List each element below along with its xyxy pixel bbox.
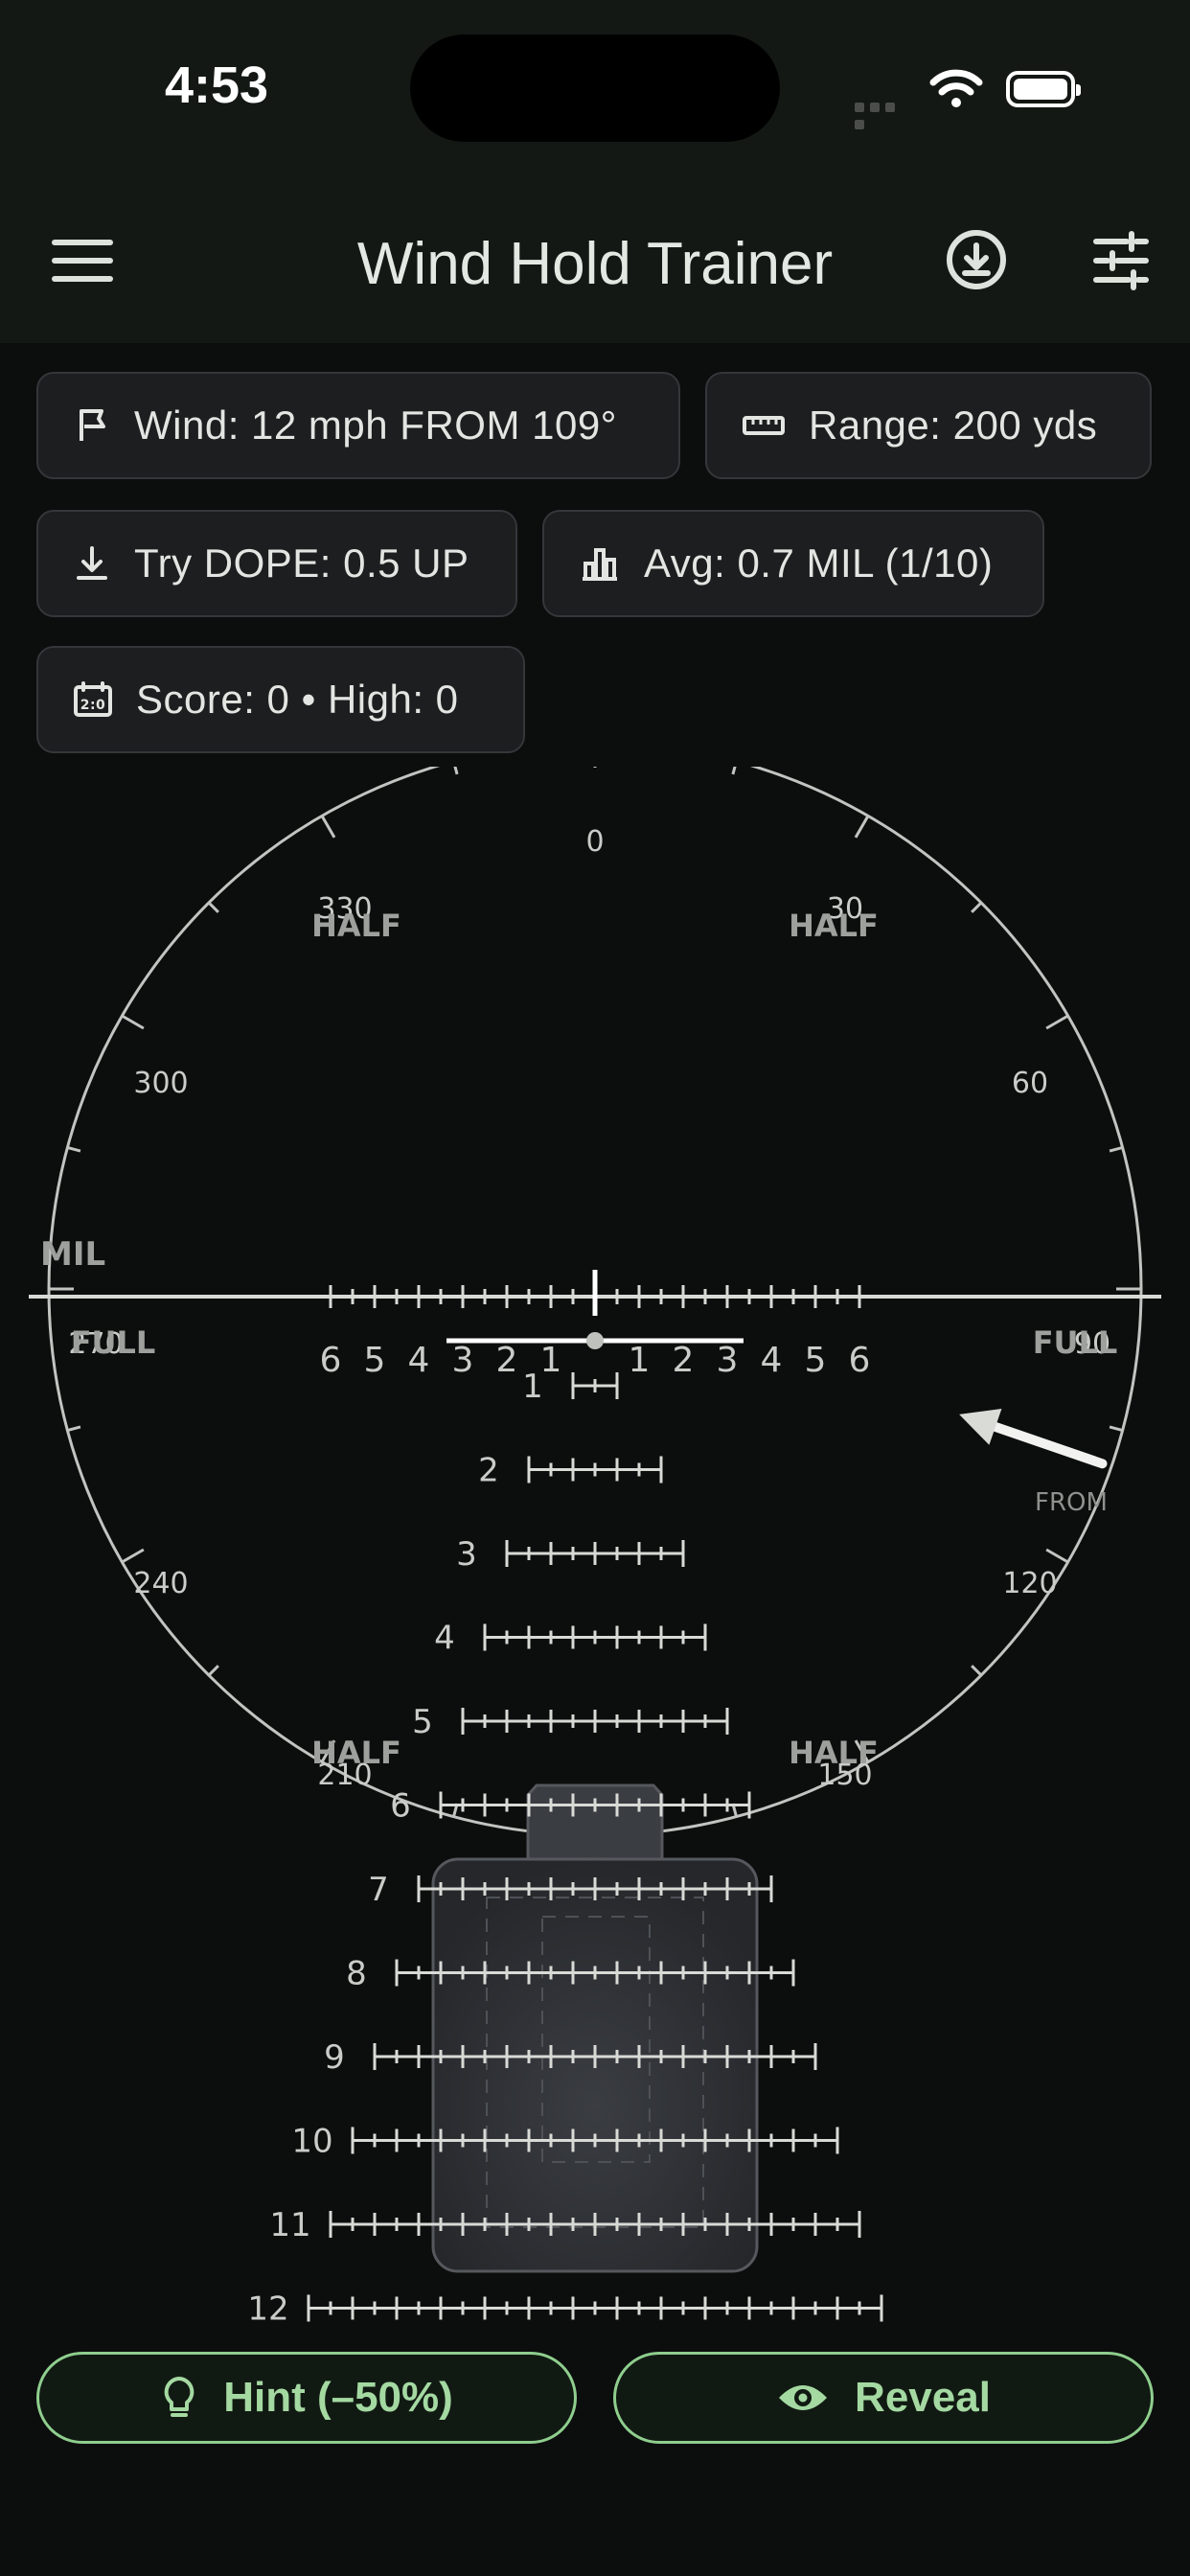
download-icon[interactable] bbox=[943, 226, 1010, 293]
hint-button-label: Hint (–50%) bbox=[223, 2374, 453, 2421]
clock-tick bbox=[1045, 1014, 1069, 1030]
wind-from-label: FROM bbox=[1035, 1488, 1108, 1517]
compass-label: 240 bbox=[133, 1567, 188, 1600]
mil-scale-label: 1 bbox=[540, 1341, 562, 1380]
compass-label: 120 bbox=[1002, 1567, 1057, 1600]
clock-tick bbox=[971, 901, 983, 913]
wifi-icon bbox=[929, 69, 983, 107]
mil-scale-label: 6 bbox=[849, 1341, 871, 1380]
target-silhouette bbox=[431, 1783, 759, 2273]
wind-value-label: HALF bbox=[789, 1735, 879, 1771]
mil-scale-label: 2 bbox=[673, 1341, 695, 1380]
wind-clock: 0306012015018021024030033027090HALFHALFH… bbox=[40, 767, 1143, 1859]
wind-direction-arrow: FROM bbox=[959, 1408, 1108, 1517]
wind-chip[interactable]: Wind: 12 mph FROM 109° bbox=[36, 372, 680, 479]
score-chip-label: Score: 0 • High: 0 bbox=[136, 677, 459, 722]
holdover-row-label: 3 bbox=[456, 1535, 477, 1574]
mil-scale-label: 5 bbox=[805, 1341, 827, 1380]
mil-unit-label: MIL bbox=[40, 1235, 105, 1274]
tune-settings-icon[interactable] bbox=[1090, 230, 1152, 291]
reveal-button[interactable]: Reveal bbox=[613, 2352, 1154, 2444]
eye-icon bbox=[779, 2385, 828, 2410]
mil-scale-label: 6 bbox=[320, 1341, 342, 1380]
mil-scale-label: 3 bbox=[452, 1341, 474, 1380]
clock-tick bbox=[971, 1665, 983, 1677]
dynamic-island bbox=[410, 34, 780, 142]
holdover-row-label: 8 bbox=[346, 1955, 367, 1993]
clock-tick bbox=[1109, 1425, 1123, 1432]
status-time: 4:53 bbox=[165, 57, 269, 114]
mil-scale-label: 2 bbox=[496, 1341, 518, 1380]
mil-scale-label: 4 bbox=[408, 1341, 430, 1380]
clock-tick bbox=[854, 815, 870, 839]
download-arrow-icon bbox=[77, 546, 107, 580]
holdover-row-label: 1 bbox=[522, 1368, 543, 1406]
wind-value-label: FULL bbox=[1033, 1324, 1118, 1361]
mil-scale-label: 5 bbox=[364, 1341, 386, 1380]
mil-scale-label: 3 bbox=[717, 1341, 739, 1380]
avg-chip-label: Avg: 0.7 MIL (1/10) bbox=[644, 540, 994, 586]
range-chip[interactable]: Range: 200 yds bbox=[705, 372, 1152, 479]
dope-chip[interactable]: Try DOPE: 0.5 UP bbox=[36, 510, 517, 617]
compass-label: 0 bbox=[585, 825, 604, 859]
scoreboard-icon: 2:0 bbox=[74, 681, 112, 717]
clock-tick bbox=[731, 767, 737, 775]
clock-tick bbox=[121, 1014, 145, 1030]
holdover-row-label: 9 bbox=[324, 2038, 345, 2077]
score-chip[interactable]: 2:0 Score: 0 • High: 0 bbox=[36, 646, 525, 753]
aim-dot bbox=[586, 1332, 604, 1349]
holdover-row-label: 10 bbox=[291, 2123, 332, 2161]
clock-tick bbox=[67, 1425, 81, 1432]
holdover-row-label: 12 bbox=[247, 2290, 288, 2329]
wind-chip-label: Wind: 12 mph FROM 109° bbox=[134, 402, 617, 448]
holdover-row-label: 6 bbox=[390, 1787, 411, 1826]
battery-icon bbox=[1006, 71, 1081, 107]
flag-icon bbox=[80, 409, 105, 441]
clock-tick bbox=[320, 815, 336, 839]
holdover-row-label: 7 bbox=[368, 1871, 389, 1909]
reticle-canvas[interactable]: 0306012015018021024030033027090HALFHALFH… bbox=[0, 767, 1190, 2348]
svg-text:2:0: 2:0 bbox=[80, 698, 106, 713]
holdover-row-label: 5 bbox=[412, 1703, 433, 1741]
bar-chart-icon bbox=[583, 548, 617, 581]
clock-tick bbox=[1109, 1146, 1123, 1153]
compass-label: 60 bbox=[1012, 1067, 1048, 1100]
wind-arrow-head bbox=[959, 1408, 1002, 1445]
range-chip-label: Range: 200 yds bbox=[809, 402, 1098, 448]
mil-scale-label: 1 bbox=[629, 1341, 651, 1380]
clock-tick bbox=[1045, 1548, 1069, 1564]
app-bar: Wind Hold Trainer bbox=[0, 172, 1190, 343]
clock-tick bbox=[453, 767, 459, 775]
wind-value-label: FULL bbox=[71, 1324, 156, 1361]
avg-chip[interactable]: Avg: 0.7 MIL (1/10) bbox=[542, 510, 1044, 617]
cellular-signal-icon bbox=[855, 100, 912, 129]
holdover-row-label: 2 bbox=[478, 1452, 499, 1490]
ruler-icon bbox=[743, 416, 785, 435]
clock-tick bbox=[67, 1146, 81, 1153]
wind-value-label: HALF bbox=[789, 908, 879, 944]
dope-chip-label: Try DOPE: 0.5 UP bbox=[134, 540, 469, 586]
clock-tick bbox=[207, 1665, 219, 1677]
mil-scale-label: 4 bbox=[761, 1341, 783, 1380]
lightbulb-icon bbox=[164, 2377, 195, 2417]
horizontal-mil-scale: 654321123456 bbox=[29, 1270, 1161, 1380]
holdover-row-label: 11 bbox=[269, 2206, 310, 2244]
compass-label: 300 bbox=[133, 1067, 188, 1100]
page-title: Wind Hold Trainer bbox=[356, 231, 834, 297]
wind-value-label: HALF bbox=[311, 1735, 401, 1771]
holdover-row-label: 4 bbox=[434, 1620, 455, 1658]
wind-value-label: HALF bbox=[311, 908, 401, 944]
clock-tick bbox=[121, 1548, 145, 1564]
hint-button[interactable]: Hint (–50%) bbox=[36, 2352, 577, 2444]
status-bar: 4:53 bbox=[0, 0, 1190, 172]
clock-tick bbox=[207, 901, 219, 913]
reveal-button-label: Reveal bbox=[855, 2374, 991, 2421]
